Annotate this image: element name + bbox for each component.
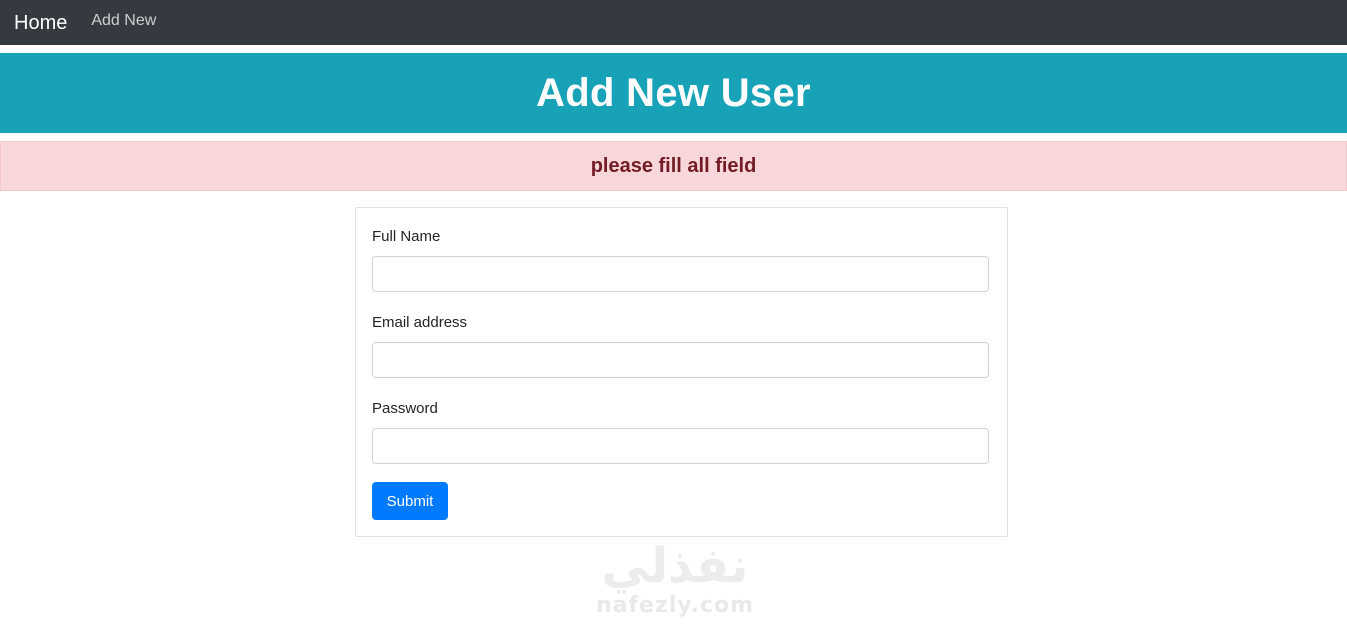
nav-add-new-link[interactable]: Add New — [91, 13, 156, 29]
watermark-logo: نفذلي nafezly.com — [560, 540, 790, 628]
watermark-arabic-text: نفذلي — [601, 538, 749, 594]
password-label: Password — [372, 400, 438, 417]
email-input[interactable] — [372, 342, 989, 378]
add-user-form: Full Name Email address Password Submit — [355, 207, 1008, 537]
nav-home-link[interactable]: Home — [14, 13, 67, 33]
submit-button[interactable]: Submit — [372, 482, 448, 520]
email-label: Email address — [372, 314, 468, 331]
page-header: Add New User — [0, 53, 1347, 133]
full-name-input[interactable] — [372, 256, 989, 292]
alert-message: please fill all field — [590, 154, 757, 177]
error-alert: please fill all field — [0, 141, 1347, 191]
top-navbar: Home Add New — [0, 0, 1347, 45]
full-name-label: Full Name — [372, 228, 441, 245]
watermark-latin-text: nafezly.com — [595, 593, 755, 618]
password-input[interactable] — [372, 428, 989, 464]
page-title: Add New User — [536, 70, 811, 115]
